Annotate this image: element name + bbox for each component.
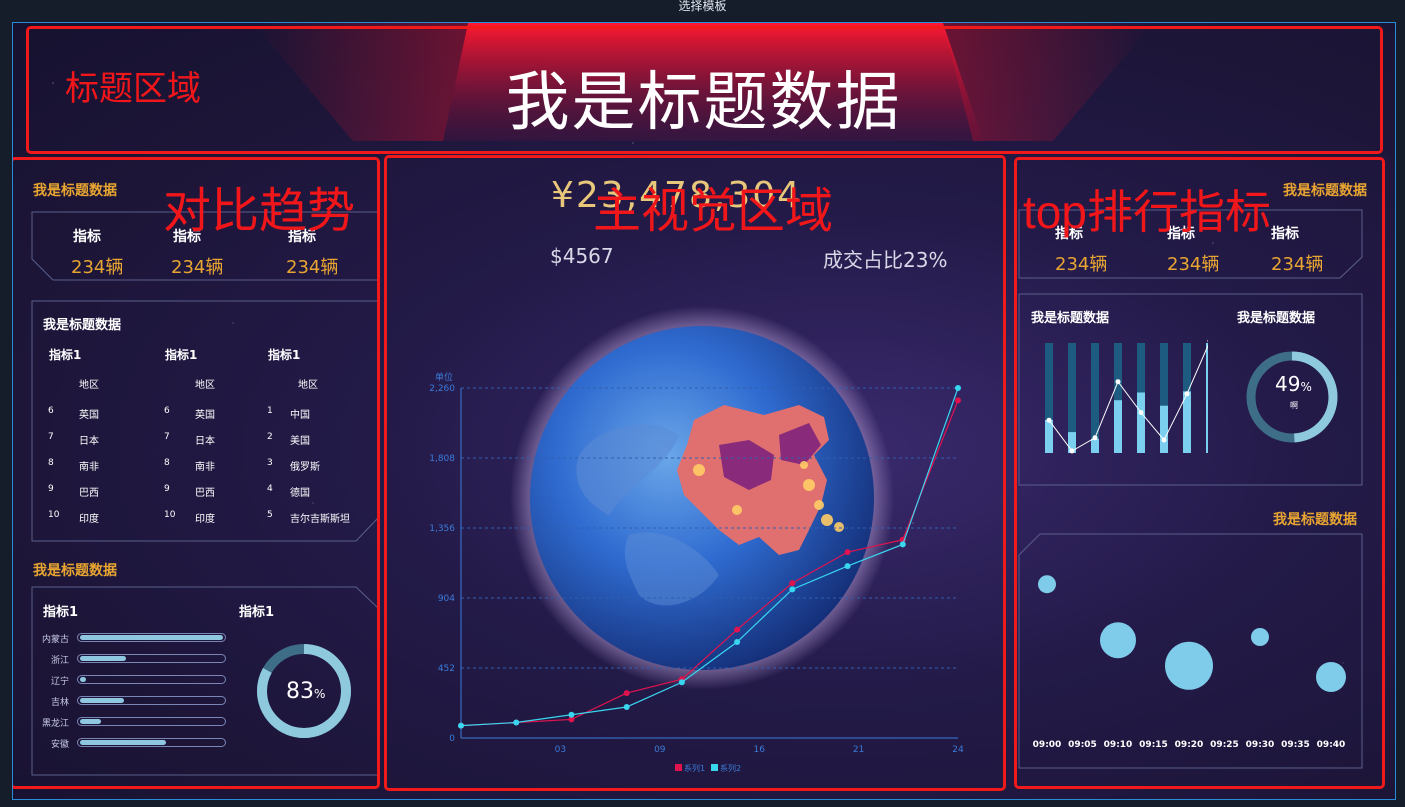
annotation-box-center (384, 155, 1006, 791)
annotation-box-title (26, 26, 1383, 154)
annotation-box-right (1014, 157, 1385, 789)
annotation-box-left (13, 157, 380, 789)
window-title: 选择模板 (0, 0, 1405, 16)
annotation-label-center: 主视觉区域 (593, 185, 834, 238)
annotation-label-right: top排行指标 (1023, 186, 1271, 238)
dashboard-screen: 我是标题数据 我是标题数据 指标 234辆 指标 234辆 指标 234辆 我是… (12, 22, 1396, 800)
annotation-label-title: 标题区域 (65, 70, 201, 108)
annotation-label-left: 对比趋势 (163, 185, 356, 238)
